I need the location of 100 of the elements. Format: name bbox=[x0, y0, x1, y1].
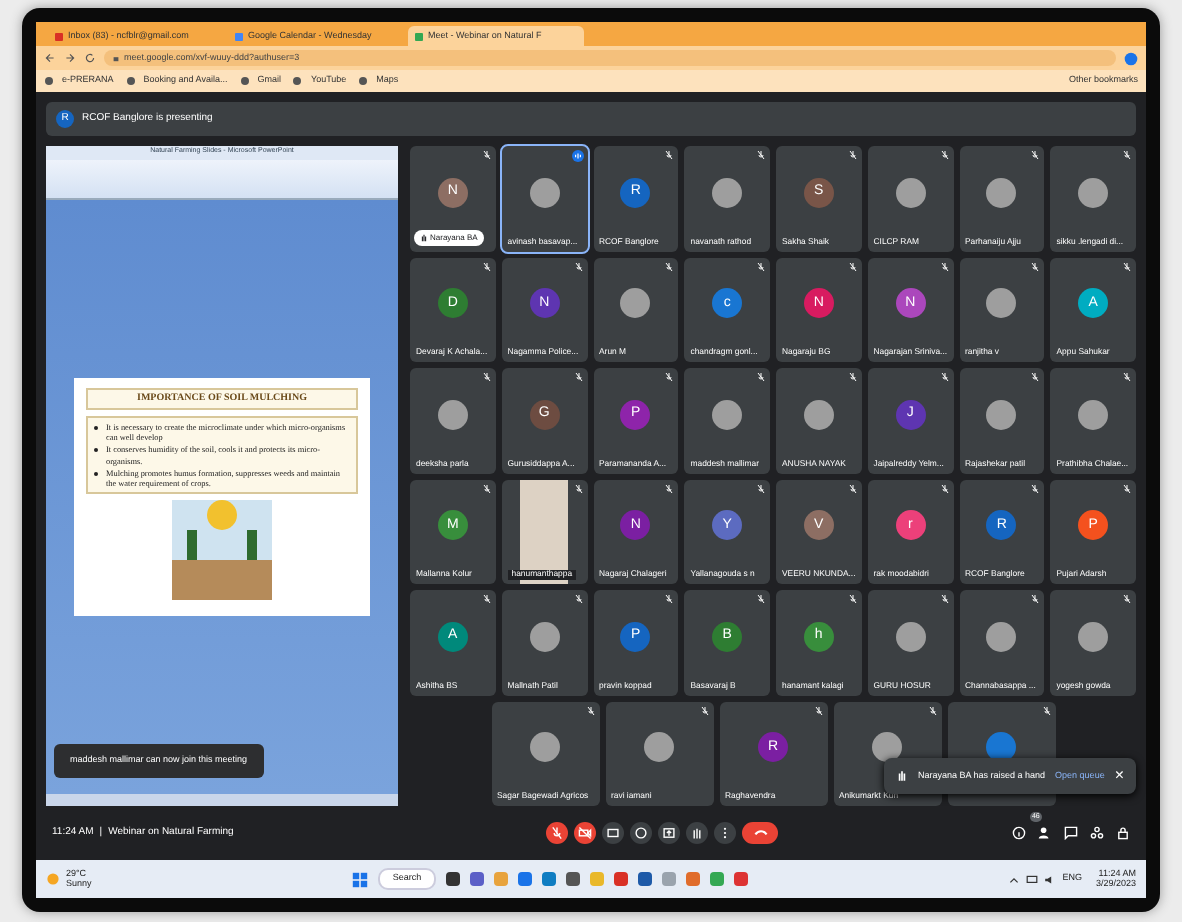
mic-off-icon bbox=[1030, 150, 1041, 160]
mic-off-icon bbox=[664, 483, 675, 493]
mic-off-icon bbox=[756, 150, 766, 160]
chevron-up-icon[interactable] bbox=[1008, 873, 1021, 885]
avatar-photo bbox=[437, 399, 468, 430]
emoji-button[interactable] bbox=[630, 822, 653, 844]
mic-off-icon bbox=[664, 594, 675, 604]
mic-off-icon bbox=[1030, 372, 1041, 382]
mic-off-icon bbox=[481, 483, 492, 493]
tab-favicon-icon bbox=[234, 31, 244, 41]
mic-off-icon bbox=[847, 372, 858, 382]
mic-off-icon bbox=[573, 261, 583, 271]
tab-favicon-icon bbox=[414, 31, 424, 41]
mic-off-icon bbox=[481, 150, 492, 160]
avatar-photo bbox=[712, 399, 743, 430]
mic-off-icon bbox=[756, 594, 766, 604]
lock-icon[interactable] bbox=[1115, 826, 1130, 840]
mic-off-icon bbox=[573, 483, 583, 493]
mic-off-icon bbox=[1122, 150, 1132, 160]
bookmark-favicon-icon bbox=[44, 76, 54, 86]
mic-off-icon bbox=[847, 150, 858, 160]
mic-off-icon bbox=[550, 826, 565, 840]
present-button[interactable] bbox=[658, 822, 681, 844]
avatar-photo bbox=[872, 732, 902, 763]
avatar-photo bbox=[620, 288, 651, 319]
mic-off-icon bbox=[847, 483, 858, 493]
activities-icon[interactable] bbox=[1089, 826, 1104, 840]
mic-off-icon bbox=[1041, 705, 1051, 715]
mic-off-icon bbox=[573, 372, 583, 382]
mic-off-icon bbox=[481, 372, 492, 382]
speaking-icon bbox=[571, 150, 583, 162]
avatar-photo bbox=[986, 399, 1017, 430]
avatar-photo bbox=[895, 621, 926, 652]
raise-hand-icon bbox=[690, 826, 705, 840]
bookmark-favicon-icon bbox=[125, 76, 136, 86]
avatar-photo bbox=[529, 621, 560, 652]
mic-off-icon bbox=[939, 372, 949, 382]
captions-button[interactable] bbox=[602, 822, 625, 844]
avatar-photo bbox=[895, 177, 926, 208]
captions-icon bbox=[606, 826, 621, 840]
end-call-icon bbox=[753, 826, 768, 840]
camera-off-icon bbox=[578, 826, 593, 840]
avatar-photo bbox=[986, 288, 1017, 319]
mic-off-icon bbox=[1030, 483, 1041, 493]
avatar-photo bbox=[803, 399, 834, 430]
more-options-button[interactable] bbox=[714, 822, 737, 844]
avatar-photo bbox=[1078, 177, 1109, 208]
mic-off-icon bbox=[664, 261, 675, 271]
camera-off-button[interactable] bbox=[574, 822, 597, 844]
mic-off-icon bbox=[939, 594, 949, 604]
info-icon[interactable] bbox=[1011, 826, 1026, 840]
avatar-photo bbox=[1078, 399, 1109, 430]
mic-off-icon bbox=[756, 261, 766, 271]
end-call-button[interactable] bbox=[742, 822, 779, 844]
mic-off-icon bbox=[1030, 594, 1041, 604]
chat-icon[interactable] bbox=[1063, 826, 1078, 840]
people-icon[interactable] bbox=[1037, 826, 1052, 840]
hand-icon bbox=[420, 233, 428, 241]
forward-icon[interactable] bbox=[64, 52, 76, 64]
mic-off-icon bbox=[664, 372, 675, 382]
mic-off-icon bbox=[1122, 261, 1132, 271]
lock-icon bbox=[112, 54, 120, 62]
mic-off-button[interactable] bbox=[546, 822, 569, 844]
mic-off-icon bbox=[585, 705, 595, 715]
mic-off-icon bbox=[847, 261, 858, 271]
mic-off-icon bbox=[664, 150, 675, 160]
mic-off-icon bbox=[573, 594, 583, 604]
close-button[interactable]: × bbox=[1114, 768, 1124, 784]
tab-favicon-icon bbox=[54, 31, 64, 41]
mic-off-icon bbox=[756, 372, 766, 382]
mic-off-icon bbox=[481, 594, 492, 604]
speaker-icon[interactable] bbox=[1044, 873, 1057, 885]
mic-off-icon bbox=[939, 150, 949, 160]
mic-off-icon bbox=[1122, 483, 1132, 493]
avatar-photo bbox=[986, 177, 1017, 208]
mic-off-icon bbox=[939, 261, 949, 271]
bookmark-favicon-icon bbox=[292, 76, 303, 86]
profile-icon[interactable] bbox=[1124, 51, 1138, 65]
bookmark-favicon-icon bbox=[358, 76, 369, 86]
avatar-photo bbox=[1078, 621, 1109, 652]
avatar-photo bbox=[530, 732, 560, 763]
reload-icon[interactable] bbox=[84, 52, 96, 64]
network-icon[interactable] bbox=[1026, 873, 1039, 885]
mic-off-icon bbox=[1030, 261, 1041, 271]
mic-off-icon bbox=[1122, 594, 1132, 604]
mic-off-icon bbox=[927, 705, 937, 715]
mic-off-icon bbox=[481, 261, 492, 271]
avatar-photo bbox=[529, 177, 560, 208]
windows-start-icon[interactable] bbox=[352, 871, 369, 887]
raise-hand-button[interactable] bbox=[686, 822, 709, 844]
hand-icon bbox=[896, 770, 908, 782]
mic-off-icon bbox=[939, 483, 949, 493]
mic-off-icon bbox=[756, 483, 766, 493]
mic-off-icon bbox=[847, 594, 858, 604]
mic-off-icon bbox=[813, 705, 823, 715]
avatar-photo bbox=[986, 621, 1017, 652]
back-icon[interactable] bbox=[44, 52, 56, 64]
avatar-photo bbox=[644, 732, 674, 763]
present-icon bbox=[662, 826, 677, 840]
mic-off-icon bbox=[699, 705, 709, 715]
